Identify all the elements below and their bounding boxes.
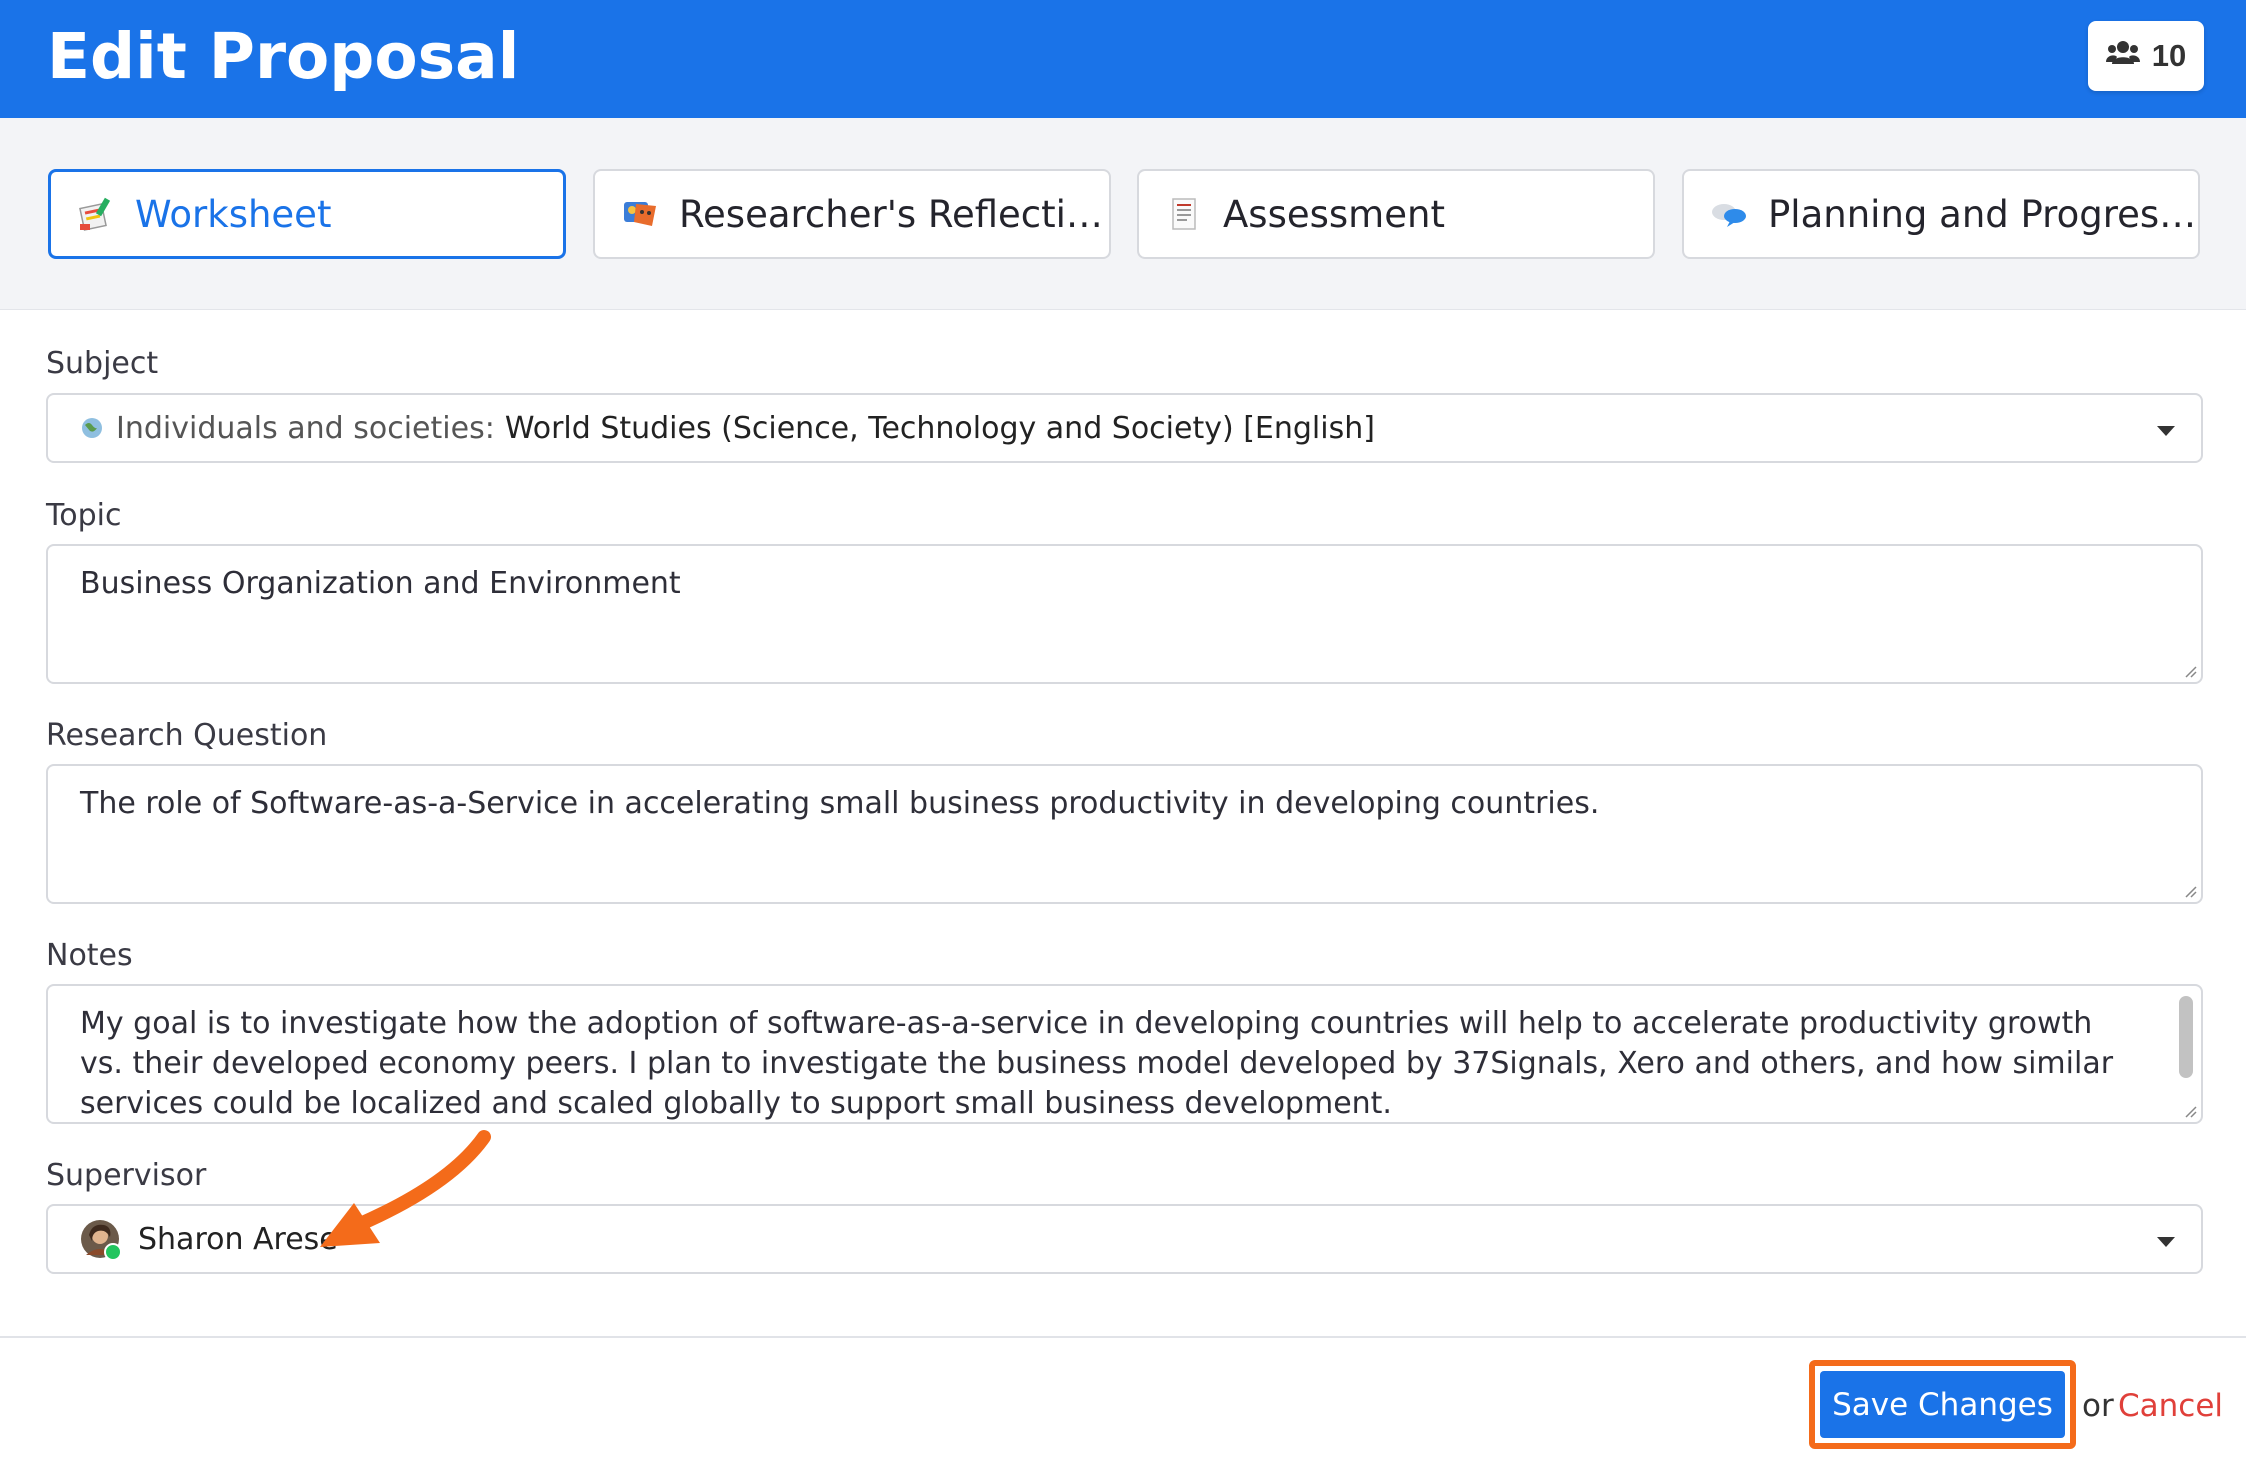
research-question-field[interactable]: The role of Software-as-a-Service in acc… [46,764,2203,904]
tab-label: Assessment [1223,192,1445,236]
subject-select[interactable]: Individuals and societies: World Studies… [46,393,2203,463]
resize-grip-icon[interactable] [2183,664,2197,678]
users-icon [2105,38,2140,74]
resize-grip-icon[interactable] [2183,884,2197,898]
members-button[interactable]: 10 [2088,21,2204,91]
tab-label: Researcher's Reflection... [679,192,1109,236]
save-changes-button[interactable]: Save Changes [1820,1371,2065,1438]
or-text: or [2082,1388,2114,1424]
topic-value: Business Organization and Environment [80,566,681,601]
globe-icon [80,416,104,440]
research-question-label: Research Question [46,718,328,753]
topic-label: Topic [46,498,122,533]
online-status-indicator [104,1243,122,1261]
notes-field[interactable]: My goal is to investigate how the adopti… [46,984,2203,1124]
footer-divider [0,1336,2246,1338]
cancel-link[interactable]: Cancel [2118,1388,2223,1424]
worksheet-icon [77,195,115,233]
research-question-value: The role of Software-as-a-Service in acc… [80,786,1600,821]
page-header: Edit Proposal 10 [0,0,2246,118]
notes-scrollbar[interactable] [2179,996,2193,1078]
subject-value: World Studies (Science, Technology and S… [504,410,1375,446]
topic-field[interactable]: Business Organization and Environment [46,544,2203,684]
subject-label: Subject [46,346,159,381]
subject-category: Individuals and societies: [116,410,495,446]
resize-grip-icon[interactable] [2183,1104,2197,1118]
tab-label: Worksheet [135,192,332,236]
tab-worksheet[interactable]: Worksheet [48,169,566,259]
annotation-arrow-icon [320,1130,491,1247]
chevron-down-icon [2157,1237,2175,1247]
supervisor-label: Supervisor [46,1158,207,1193]
tab-label: Planning and Progress ... [1768,192,2198,236]
tab-researchers-reflection[interactable]: Researcher's Reflection... [593,169,1111,259]
notes-label: Notes [46,938,133,973]
chevron-down-icon [2157,426,2175,436]
planning-icon [1710,195,1748,233]
page-title: Edit Proposal [47,20,520,93]
notes-value: My goal is to investigate how the adopti… [80,1006,2114,1121]
reflection-icon [621,195,659,233]
members-count: 10 [2151,38,2187,73]
tab-bar: Worksheet Researcher's Reflection... Ass… [0,118,2246,310]
assessment-icon [1165,195,1203,233]
tab-assessment[interactable]: Assessment [1137,169,1655,259]
avatar [80,1219,122,1261]
tab-planning-and-progress[interactable]: Planning and Progress ... [1682,169,2200,259]
